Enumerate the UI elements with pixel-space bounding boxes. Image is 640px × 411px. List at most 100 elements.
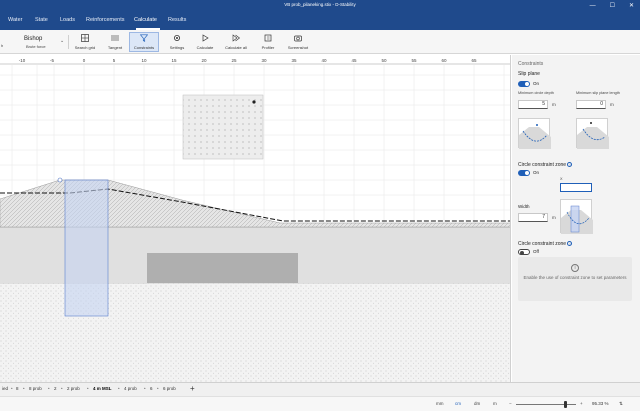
x-tick: 25 (231, 58, 237, 63)
method-sub-label: Brute force (26, 44, 46, 49)
funnel-icon (140, 34, 148, 42)
menu-loads[interactable]: Loads (60, 17, 75, 23)
menu-reinforcements[interactable]: Reinforcements (86, 17, 125, 23)
play-icon (202, 34, 209, 42)
zone1-toggle[interactable] (518, 170, 530, 176)
method-select[interactable]: Bishop (24, 36, 42, 42)
ribbon-toolbar: h Bishop Brute force ⌄ Search grid Tange… (0, 30, 640, 54)
min-length-unit: m (610, 102, 614, 107)
x-tick: 40 (321, 58, 327, 63)
tab-4-m-msl[interactable]: 4 m MSL (93, 386, 112, 391)
minimize-button[interactable]: — (590, 1, 596, 11)
tangent-button[interactable]: Tangent (100, 34, 130, 50)
add-tab-button[interactable]: + (190, 384, 195, 393)
x-tick: 60 (441, 58, 447, 63)
x-tick: 5 (113, 58, 116, 63)
geometry-drawing[interactable]: -10 -5 0 5 10 15 20 25 30 35 40 45 50 55… (0, 55, 511, 382)
x-tick: 35 (291, 58, 297, 63)
info-icon[interactable]: i (567, 162, 573, 168)
menu-water[interactable]: Water (8, 17, 22, 23)
zoom-out-button[interactable]: − (509, 401, 512, 406)
tab-6[interactable]: 6 (150, 386, 153, 391)
unit-m[interactable]: m (493, 401, 497, 406)
menu-state[interactable]: State (35, 17, 48, 23)
unit-dm[interactable]: dm (474, 401, 480, 406)
search-grid-label: Search grid (74, 45, 96, 50)
zone2-toggle-label: Off (533, 249, 539, 254)
search-grid-button[interactable]: Search grid (70, 34, 100, 50)
calculate-all-button[interactable]: Calculate all (221, 34, 251, 50)
tab-8[interactable]: 8 (16, 386, 19, 391)
tab-8-prob[interactable]: 8 prob (29, 386, 42, 391)
search-grid-area[interactable] (182, 94, 264, 160)
tab-separator: • (87, 386, 89, 391)
tab-ied[interactable]: ied (2, 386, 8, 391)
slip-plane-toggle[interactable] (518, 81, 530, 87)
zone2-toggle[interactable] (518, 249, 530, 255)
constraints-label: Constraints (133, 45, 155, 50)
zone1-x-input[interactable] (560, 183, 592, 192)
profiler-label: Profiler (261, 45, 275, 50)
grid-icon (81, 34, 89, 42)
zone2-title: Circle constraint zone i (518, 241, 573, 247)
constraints-button[interactable]: Constraints (129, 32, 159, 52)
x-tick: 0 (83, 58, 86, 63)
status-bar: mm cm dm m − + 95.33 % ⇅ (0, 396, 640, 411)
slip-plane-title: Slip plane (518, 71, 540, 77)
min-depth-illustration (518, 118, 551, 149)
x-tick: 15 (171, 58, 177, 63)
zone2-info-text: Enable the use of constraint zone to set… (523, 275, 627, 280)
zone1-width-input[interactable]: 7 (518, 213, 548, 222)
grid-point-marker (252, 100, 256, 104)
geometry-canvas[interactable]: -10 -5 0 5 10 15 20 25 30 35 40 45 50 55… (0, 55, 511, 382)
screenshot-button[interactable]: Screenshot (283, 34, 313, 50)
menu-results[interactable]: Results (168, 17, 186, 23)
unit-cm[interactable]: cm (455, 401, 461, 406)
tab-separator: • (144, 386, 146, 391)
tab-6-prob[interactable]: 6 prob (163, 386, 176, 391)
circle-constraint-zone[interactable] (64, 179, 109, 317)
profiler-button[interactable]: Profiler (253, 34, 283, 50)
maximize-button[interactable]: ☐ (610, 1, 615, 11)
zoom-slider-track[interactable] (516, 404, 576, 405)
method-dropdown-icon[interactable]: ⌄ (60, 38, 64, 44)
zoom-slider-thumb[interactable] (564, 401, 567, 408)
tangent-label: Tangent (107, 45, 123, 50)
tab-separator: • (118, 386, 120, 391)
reinforcement-layers[interactable] (147, 253, 298, 283)
min-depth-label: Minimum circle depth (518, 91, 554, 95)
zone1-width-unit: m (552, 215, 556, 220)
tab-separator: • (157, 386, 159, 391)
info-icon[interactable]: i (567, 241, 573, 247)
tab-4-prob[interactable]: 4 prob (124, 386, 137, 391)
camera-icon (294, 35, 302, 42)
menu-calculate[interactable]: Calculate (134, 17, 157, 23)
tab-separator: • (61, 386, 63, 391)
tab-2[interactable]: 2 (54, 386, 57, 391)
tab-2-prob[interactable]: 2 prob (67, 386, 80, 391)
min-length-label: Minimum slip plane length (576, 91, 620, 95)
close-button[interactable]: ✕ (629, 1, 634, 11)
min-depth-input[interactable]: 5 (518, 100, 548, 109)
play-all-icon (232, 34, 240, 42)
calculate-label: Calculate (196, 45, 214, 50)
x-tick: 10 (141, 58, 147, 63)
x-tick: 30 (261, 58, 267, 63)
min-length-input[interactable]: 0 (576, 100, 606, 109)
zone-handle[interactable] (57, 177, 63, 183)
scenario-tabs: ied • 8 • 8 prob • 2 • 2 prob • 4 m MSL … (0, 382, 640, 396)
slip-plane-toggle-label: On (533, 81, 540, 86)
zoom-in-button[interactable]: + (580, 401, 583, 406)
unit-mm[interactable]: mm (436, 401, 444, 406)
settings-label: Settings (169, 45, 185, 50)
window-controls: — ☐ ✕ (590, 1, 634, 11)
title-bar: VB prob_pilaneking.stix - D-Stability — … (0, 0, 640, 12)
calculate-button[interactable]: Calculate (190, 34, 220, 50)
tab-separator: • (23, 386, 25, 391)
zone1-title: Circle constraint zone i (518, 162, 573, 168)
min-length-illustration (576, 118, 609, 149)
settings-button[interactable]: Settings (162, 34, 192, 50)
x-tick: 50 (381, 58, 387, 63)
min-depth-unit: m (552, 102, 556, 107)
swap-icon[interactable]: ⇅ (619, 401, 623, 407)
